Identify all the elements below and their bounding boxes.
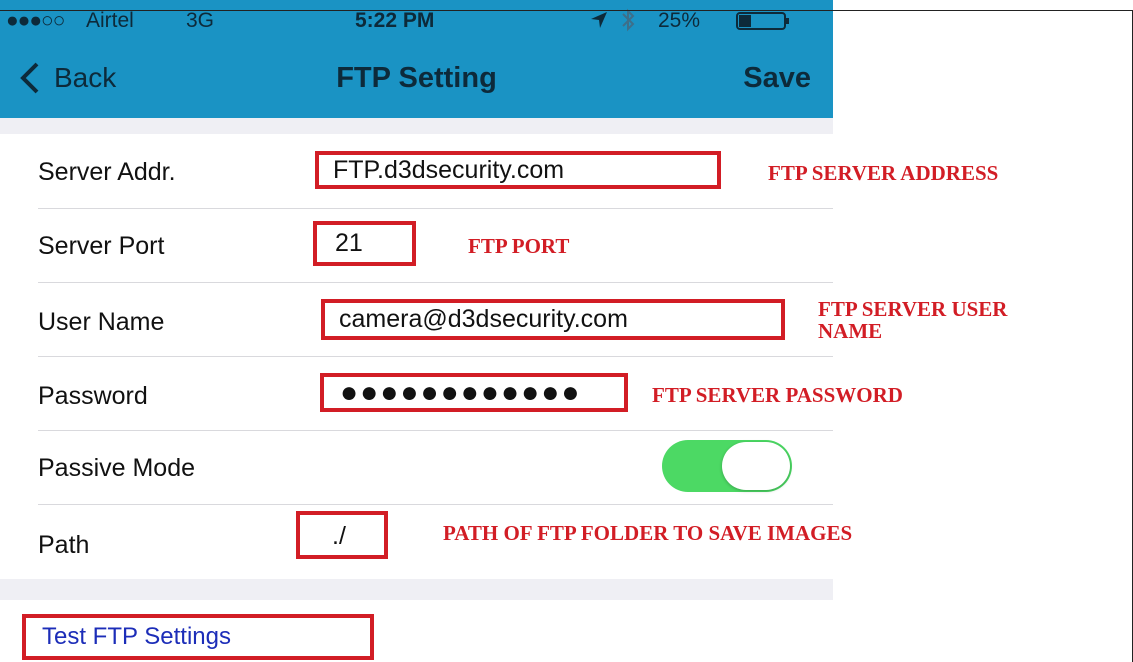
annotation-port: FTP PORT bbox=[468, 234, 570, 258]
passive-mode-label: Passive Mode bbox=[38, 454, 196, 482]
annotation-password: FTP SERVER PASSWORD bbox=[652, 383, 903, 407]
location-icon bbox=[590, 11, 608, 35]
path-label: Path bbox=[38, 531, 90, 559]
user-name-input[interactable]: camera@d3dsecurity.com bbox=[321, 299, 785, 340]
user-name-value: camera@d3dsecurity.com bbox=[339, 305, 628, 333]
page-title: FTP Setting bbox=[336, 62, 497, 94]
server-port-input[interactable]: 21 bbox=[313, 221, 416, 266]
battery-icon bbox=[736, 12, 792, 36]
battery-percent: 25% bbox=[658, 9, 701, 32]
server-port-label: Server Port bbox=[38, 232, 165, 260]
navigation-bar: Back FTP Setting Save bbox=[0, 40, 833, 118]
bluetooth-icon bbox=[620, 8, 636, 38]
test-ftp-settings-label: Test FTP Settings bbox=[42, 623, 231, 650]
save-button[interactable]: Save bbox=[743, 62, 811, 95]
password-label: Password bbox=[38, 382, 148, 410]
password-input[interactable]: ●●●●●●●●●●●● bbox=[320, 373, 628, 412]
network-type: 3G bbox=[186, 9, 215, 32]
server-addr-value: FTP.d3dsecurity.com bbox=[333, 155, 565, 184]
annotation-server-address: FTP SERVER ADDRESS bbox=[768, 161, 999, 185]
phone-screen: ●●●○○ Airtel 3G 5:22 PM 25% Back FTP Set… bbox=[0, 0, 833, 662]
password-value: ●●●●●●●●●●●● bbox=[340, 375, 582, 409]
signal-strength: ●●●○○ bbox=[6, 9, 65, 32]
toggle-knob bbox=[722, 442, 790, 490]
annotation-user-name-line1: FTP SERVER USER bbox=[818, 297, 1008, 321]
ftp-settings-form: Server Addr. FTP.d3dsecurity.com Server … bbox=[0, 134, 833, 579]
status-bar: ●●●○○ Airtel 3G 5:22 PM 25% bbox=[0, 0, 833, 40]
row-passive-mode: Passive Mode bbox=[38, 430, 833, 505]
server-addr-label: Server Addr. bbox=[38, 158, 176, 186]
row-server-addr: Server Addr. FTP.d3dsecurity.com bbox=[38, 134, 833, 209]
clock-time: 5:22 PM bbox=[355, 9, 435, 32]
annotation-user-name-line2: NAME bbox=[818, 319, 883, 343]
path-input[interactable]: ./ bbox=[296, 511, 388, 559]
server-addr-input[interactable]: FTP.d3dsecurity.com bbox=[315, 151, 721, 189]
annotation-path: PATH OF FTP FOLDER TO SAVE IMAGES bbox=[443, 521, 853, 545]
row-server-port: Server Port 21 bbox=[38, 208, 833, 283]
frame-top-border bbox=[0, 10, 1133, 11]
server-port-value: 21 bbox=[335, 229, 363, 257]
passive-mode-toggle[interactable] bbox=[662, 440, 792, 492]
row-user-name: User Name camera@d3dsecurity.com bbox=[38, 282, 833, 357]
path-value: ./ bbox=[332, 522, 346, 550]
user-name-label: User Name bbox=[38, 308, 165, 336]
carrier-name: Airtel bbox=[86, 9, 134, 32]
test-ftp-settings-button[interactable]: Test FTP Settings bbox=[22, 614, 374, 660]
